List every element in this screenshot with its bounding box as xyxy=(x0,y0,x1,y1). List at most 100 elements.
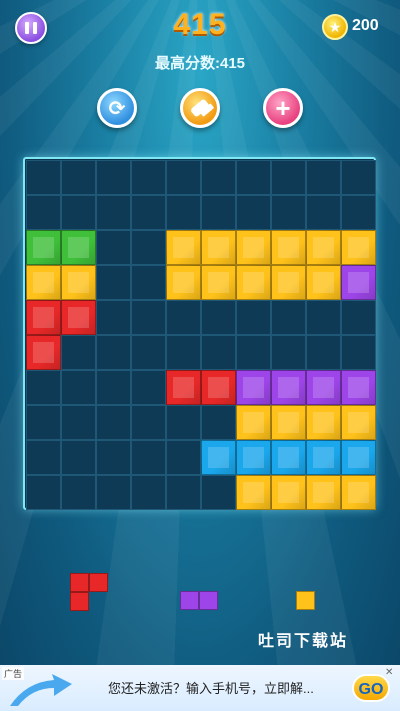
empty-cell xyxy=(166,440,201,475)
block-cell xyxy=(271,475,306,510)
empty-cell xyxy=(271,195,306,230)
block-cell xyxy=(306,475,341,510)
piece-cell xyxy=(199,591,218,610)
empty-cell xyxy=(96,440,131,475)
empty-cell xyxy=(201,160,236,195)
empty-cell xyxy=(26,160,61,195)
game-board[interactable] xyxy=(23,157,376,510)
empty-cell xyxy=(131,230,166,265)
empty-cell xyxy=(26,440,61,475)
empty-cell xyxy=(61,440,96,475)
block-cell xyxy=(236,440,271,475)
block-cell xyxy=(26,300,61,335)
empty-cell xyxy=(131,370,166,405)
refresh-button[interactable]: ⟳ xyxy=(97,88,137,128)
block-cell xyxy=(166,265,201,300)
empty-cell xyxy=(201,475,236,510)
watermark-text: 吐司下载站 xyxy=(258,633,349,650)
empty-cell xyxy=(306,195,341,230)
empty-cell xyxy=(61,335,96,370)
hammer-button[interactable] xyxy=(180,88,220,128)
empty-cell xyxy=(166,405,201,440)
block-cell xyxy=(271,405,306,440)
hammer-icon xyxy=(189,98,211,118)
block-cell xyxy=(271,265,306,300)
empty-cell xyxy=(131,335,166,370)
block-cell xyxy=(201,265,236,300)
block-cell xyxy=(236,370,271,405)
block-cell xyxy=(61,265,96,300)
best-score: 最高分数:415 xyxy=(154,55,246,72)
empty-cell xyxy=(166,335,201,370)
empty-cell xyxy=(306,300,341,335)
block-cell xyxy=(26,335,61,370)
block-cell xyxy=(236,405,271,440)
block-cell xyxy=(26,265,61,300)
block-cell xyxy=(306,370,341,405)
empty-cell xyxy=(96,300,131,335)
empty-cell xyxy=(306,335,341,370)
block-cell xyxy=(341,265,376,300)
empty-cell xyxy=(131,475,166,510)
empty-cell xyxy=(201,405,236,440)
add-button[interactable]: + xyxy=(263,88,303,128)
empty-cell xyxy=(131,265,166,300)
block-cell xyxy=(271,370,306,405)
plus-icon: + xyxy=(275,93,291,123)
star-coin-icon: ★ xyxy=(322,14,348,40)
block-cell xyxy=(166,230,201,265)
block-cell xyxy=(236,475,271,510)
empty-cell xyxy=(236,335,271,370)
empty-cell xyxy=(131,160,166,195)
piece-cell xyxy=(70,573,89,592)
block-cell xyxy=(341,405,376,440)
block-cell xyxy=(341,370,376,405)
block-cell xyxy=(201,230,236,265)
block-cell xyxy=(61,300,96,335)
piece-cell xyxy=(180,591,199,610)
block-cell xyxy=(201,370,236,405)
empty-cell xyxy=(26,405,61,440)
empty-cell xyxy=(236,300,271,335)
empty-cell xyxy=(306,160,341,195)
ad-label: 广告 xyxy=(2,667,25,680)
empty-cell xyxy=(166,475,201,510)
empty-cell xyxy=(131,405,166,440)
ad-text[interactable]: 您还未激活？输入手机号，立即解... xyxy=(108,678,314,697)
empty-cell xyxy=(131,440,166,475)
empty-cell xyxy=(236,195,271,230)
empty-cell xyxy=(96,370,131,405)
empty-cell xyxy=(26,370,61,405)
block-cell xyxy=(271,230,306,265)
empty-cell xyxy=(236,160,271,195)
coin-count: 200 xyxy=(352,17,379,34)
empty-cell xyxy=(26,475,61,510)
empty-cell xyxy=(96,405,131,440)
piece-cell xyxy=(89,573,108,592)
empty-cell xyxy=(341,195,376,230)
empty-cell xyxy=(201,335,236,370)
block-cell xyxy=(61,230,96,265)
empty-cell xyxy=(341,335,376,370)
empty-cell xyxy=(341,300,376,335)
empty-cell xyxy=(96,475,131,510)
block-cell xyxy=(341,440,376,475)
empty-cell xyxy=(96,160,131,195)
empty-cell xyxy=(96,195,131,230)
block-cell xyxy=(236,230,271,265)
empty-cell xyxy=(61,195,96,230)
empty-cell xyxy=(61,475,96,510)
empty-cell xyxy=(61,370,96,405)
block-cell xyxy=(341,475,376,510)
empty-cell xyxy=(131,195,166,230)
empty-cell xyxy=(96,265,131,300)
empty-cell xyxy=(271,335,306,370)
empty-cell xyxy=(131,300,166,335)
empty-cell xyxy=(26,195,61,230)
block-cell xyxy=(306,440,341,475)
block-cell xyxy=(166,370,201,405)
empty-cell xyxy=(96,230,131,265)
empty-cell xyxy=(166,160,201,195)
ad-go-button[interactable]: GO xyxy=(352,674,390,702)
ad-close-icon[interactable]: ✕ xyxy=(385,667,393,678)
